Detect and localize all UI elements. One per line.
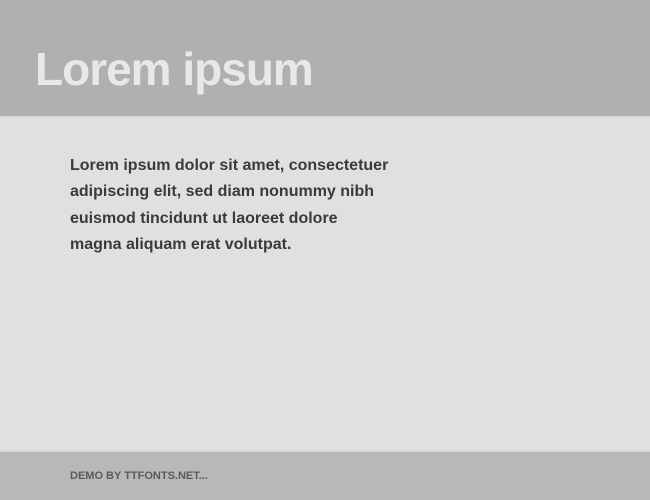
content-area: Lorem ipsum dolor sit amet, consectetuer… — [0, 118, 650, 450]
footer-text: DEMO BY TTFONTS.NET... — [70, 470, 208, 482]
footer: DEMO BY TTFONTS.NET... — [0, 450, 650, 500]
body-text: Lorem ipsum dolor sit amet, consectetuer… — [70, 153, 390, 259]
page-title: Lorem ipsum — [35, 42, 313, 96]
header: Lorem ipsum — [0, 0, 650, 118]
